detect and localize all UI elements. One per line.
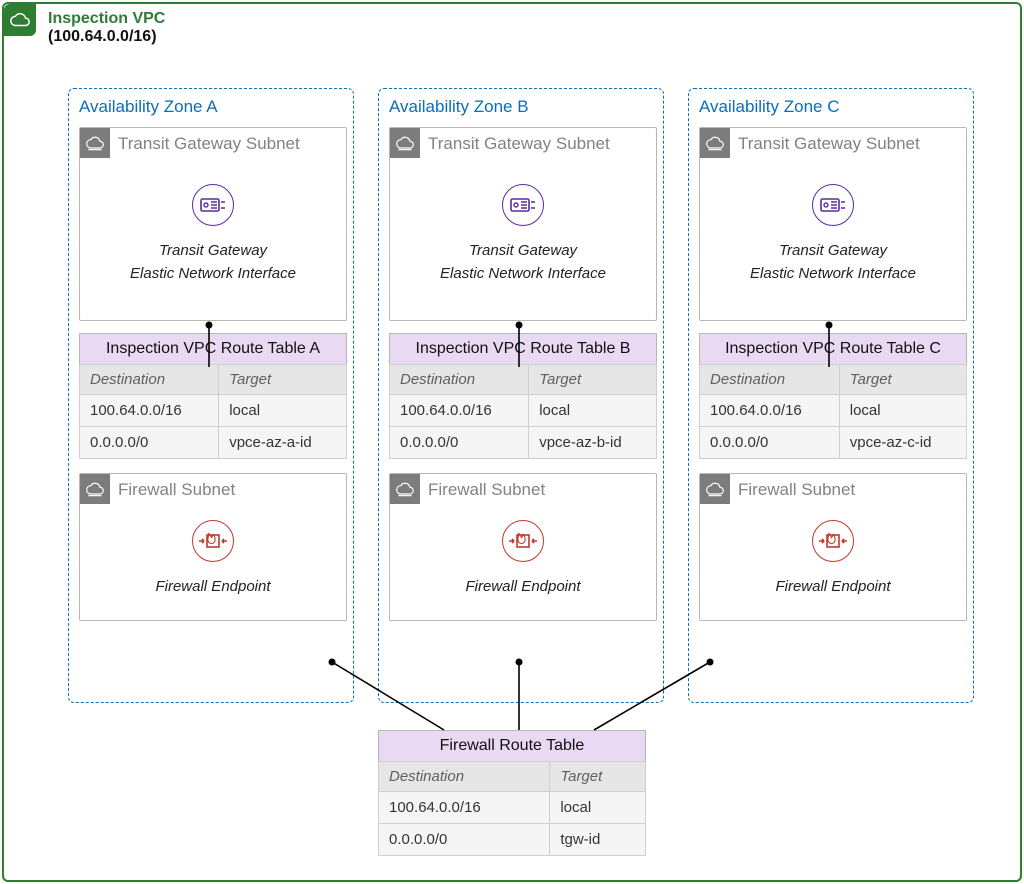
rt-col-target: Target [839,365,966,395]
subnet-icon [390,474,420,504]
fw-subnet-title: Firewall Subnet [738,480,855,500]
transit-gateway-subnet: Transit Gateway Subnet Transit GatewayEl… [699,127,967,321]
route-dest: 0.0.0.0/0 [700,427,840,459]
tgw-subnet-title: Transit Gateway Subnet [738,134,920,154]
az-route-table: Inspection VPC Route Table C Destination… [699,333,967,459]
transit-gateway-subnet: Transit Gateway Subnet Transit GatewayEl… [389,127,657,321]
route-row: 100.64.0.0/16 local [700,395,967,427]
az-rt-title: Inspection VPC Route Table C [699,333,967,364]
fw-caption: Firewall Endpoint [390,578,656,595]
firewall-rt-title: Firewall Route Table [378,730,646,761]
az-rt-title: Inspection VPC Route Table B [389,333,657,364]
firewall-endpoint-icon [502,520,544,562]
route-row: 100.64.0.0/16 local [379,792,646,824]
route-row: 100.64.0.0/16 local [390,395,657,427]
route-dest: 100.64.0.0/16 [700,395,840,427]
route-target: vpce-az-b-id [529,427,657,459]
route-target: local [529,395,657,427]
tgw-subnet-title: Transit Gateway Subnet [118,134,300,154]
firewall-subnet: Firewall Subnet Firewall Endpoint [389,473,657,621]
subnet-icon [390,128,420,158]
transit-gateway-eni-icon [812,184,854,226]
tgw-caption: Transit GatewayElastic Network Interface [700,240,966,285]
transit-gateway-eni-icon [502,184,544,226]
az-rt-title: Inspection VPC Route Table A [79,333,347,364]
fw-caption: Firewall Endpoint [80,578,346,595]
subnet-icon [80,474,110,504]
availability-zone: Availability Zone A Transit Gateway Subn… [68,88,354,703]
firewall-route-table: Firewall Route Table Destination Target … [378,730,646,856]
subnet-icon [700,128,730,158]
fw-subnet-title: Firewall Subnet [428,480,545,500]
subnet-icon [80,128,110,158]
route-dest: 0.0.0.0/0 [390,427,529,459]
route-dest: 0.0.0.0/0 [379,824,550,856]
route-target: local [839,395,966,427]
route-row: 100.64.0.0/16 local [80,395,347,427]
az-title: Availability Zone B [389,97,653,117]
tgw-caption: Transit GatewayElastic Network Interface [80,240,346,285]
firewall-endpoint-icon [192,520,234,562]
subnet-icon [700,474,730,504]
route-row: 0.0.0.0/0 tgw-id [379,824,646,856]
vpc-cidr: (100.64.0.0/16) [48,28,165,46]
route-dest: 100.64.0.0/16 [390,395,529,427]
route-target: local [219,395,347,427]
route-row: 0.0.0.0/0 vpce-az-b-id [390,427,657,459]
availability-zone: Availability Zone B Transit Gateway Subn… [378,88,664,703]
rt-col-target: Target [529,365,657,395]
firewall-endpoint-icon [812,520,854,562]
fw-caption: Firewall Endpoint [700,578,966,595]
az-route-table: Inspection VPC Route Table A Destination… [79,333,347,459]
route-target: vpce-az-c-id [839,427,966,459]
route-dest: 100.64.0.0/16 [80,395,219,427]
route-target: vpce-az-a-id [219,427,347,459]
transit-gateway-subnet: Transit Gateway Subnet Transit GatewayEl… [79,127,347,321]
az-title: Availability Zone A [79,97,343,117]
fw-subnet-title: Firewall Subnet [118,480,235,500]
rt-col-dest: Destination [390,365,529,395]
route-target: local [550,792,646,824]
firewall-subnet: Firewall Subnet Firewall Endpoint [699,473,967,621]
rt-col-target: Target [219,365,347,395]
vpc-title: Inspection VPC [48,10,165,28]
rt-col-target: Target [550,762,646,792]
route-target: tgw-id [550,824,646,856]
vpc-header: Inspection VPC (100.64.0.0/16) [48,10,165,46]
inspection-vpc-container: Inspection VPC (100.64.0.0/16) Availabil… [2,2,1022,882]
availability-zone: Availability Zone C Transit Gateway Subn… [688,88,974,703]
route-dest: 100.64.0.0/16 [379,792,550,824]
cloud-icon [4,4,36,36]
rt-col-dest: Destination [700,365,840,395]
transit-gateway-eni-icon [192,184,234,226]
rt-col-dest: Destination [379,762,550,792]
route-row: 0.0.0.0/0 vpce-az-a-id [80,427,347,459]
rt-col-dest: Destination [80,365,219,395]
route-row: 0.0.0.0/0 vpce-az-c-id [700,427,967,459]
tgw-subnet-title: Transit Gateway Subnet [428,134,610,154]
az-route-table: Inspection VPC Route Table B Destination… [389,333,657,459]
firewall-subnet: Firewall Subnet Firewall Endpoint [79,473,347,621]
az-title: Availability Zone C [699,97,963,117]
route-dest: 0.0.0.0/0 [80,427,219,459]
tgw-caption: Transit GatewayElastic Network Interface [390,240,656,285]
